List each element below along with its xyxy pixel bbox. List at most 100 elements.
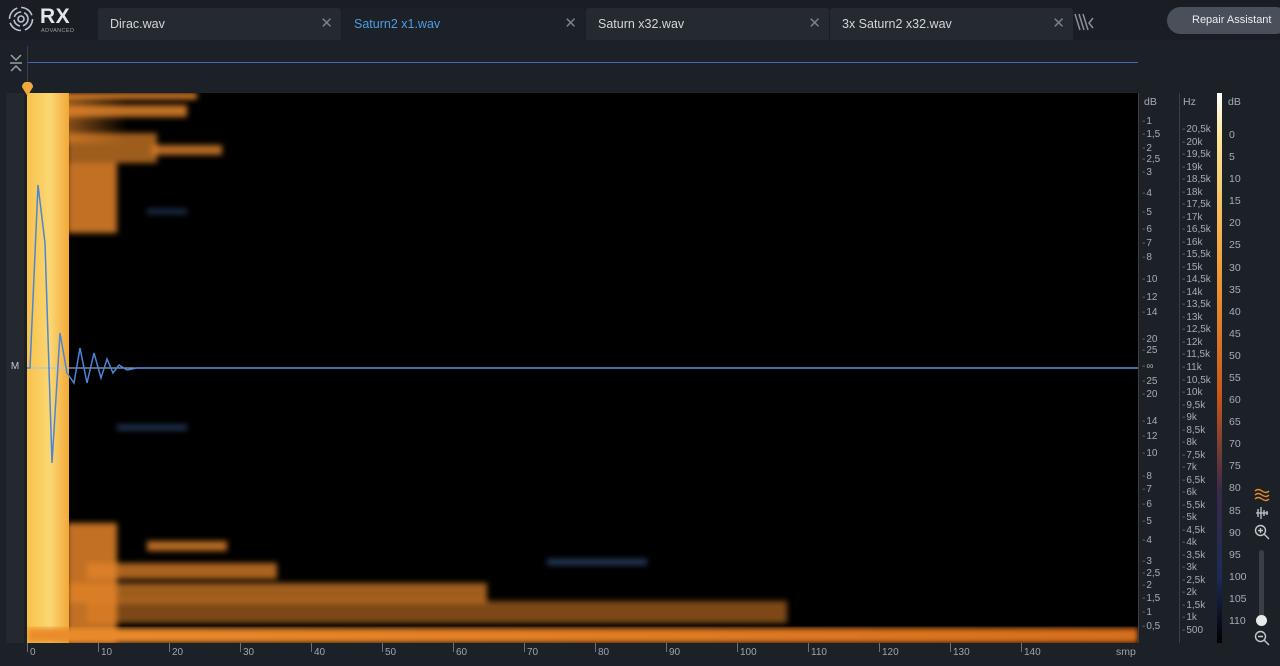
close-icon[interactable]: ✕ xyxy=(320,14,333,32)
frequency-tick-label: 9,5k xyxy=(1182,400,1205,411)
tab-overflow-icon[interactable] xyxy=(1073,12,1095,34)
frequency-tick-label: 19,5k xyxy=(1182,149,1210,160)
db-tick-label: 3 xyxy=(1142,556,1152,567)
frequency-tick-label: 12k xyxy=(1182,337,1202,348)
frequency-tick-label: 1,5k xyxy=(1182,600,1205,611)
waveform-mode-icon[interactable] xyxy=(1254,505,1270,521)
tab-dirac[interactable]: Dirac.wav ✕ xyxy=(98,8,341,40)
colorbar-tick-label: 100 xyxy=(1229,570,1247,583)
colorbar-tick-label: 80 xyxy=(1229,482,1241,495)
db-tick-label: 25 xyxy=(1142,376,1157,387)
channel-selector[interactable]: M xyxy=(6,93,24,643)
db-tick-label: 7 xyxy=(1142,238,1152,249)
channel-label-mono: M xyxy=(10,361,20,372)
playhead-marker[interactable] xyxy=(22,82,33,96)
colorbar-tick-label: 50 xyxy=(1229,349,1241,362)
colorbar-tick-label: 10 xyxy=(1229,173,1241,186)
frequency-tick-label: 20k xyxy=(1182,137,1202,148)
time-tick-mark xyxy=(27,643,28,652)
time-tick-label: 0 xyxy=(30,647,36,658)
waveform-line xyxy=(27,184,1138,464)
colorbar-tick-label: 75 xyxy=(1229,460,1241,473)
spectrogram-mode-icon[interactable] xyxy=(1254,486,1270,502)
close-icon[interactable]: ✕ xyxy=(564,14,577,32)
tab-3x-saturn2-x32[interactable]: 3x Saturn2 x32.wav ✕ xyxy=(830,8,1073,40)
frequency-tick-label: 14,5k xyxy=(1182,274,1210,285)
app-logo: RX ADVANCED xyxy=(6,4,76,36)
zoom-in-icon[interactable] xyxy=(1254,524,1270,540)
tab-bar: RX ADVANCED Dirac.wav ✕ Saturn2 x1.wav ✕… xyxy=(0,0,1280,40)
colorbar-tick-label: 85 xyxy=(1229,504,1241,517)
time-tick-mark xyxy=(1021,643,1022,652)
collapse-overview-icon[interactable] xyxy=(9,52,23,74)
colorbar-tick-label: 105 xyxy=(1229,592,1247,605)
frequency-tick-label: 3,5k xyxy=(1182,550,1205,561)
colorbar-tick-label: 110 xyxy=(1229,615,1246,627)
colorbar-tick-label: 35 xyxy=(1229,283,1241,296)
db-tick-label: 20 xyxy=(1142,334,1157,345)
tab-saturn-x32[interactable]: Saturn x32.wav ✕ xyxy=(586,8,829,40)
colorbar-tick-label: 65 xyxy=(1229,416,1241,429)
tab-label: Saturn2 x1.wav xyxy=(354,17,441,31)
frequency-tick-label: 6,5k xyxy=(1182,475,1205,486)
frequency-tick-label: 18k xyxy=(1182,187,1202,198)
frequency-tick-label: 7k xyxy=(1182,462,1197,473)
db-tick-label: 7 xyxy=(1142,484,1152,495)
colorbar-tick-label: 25 xyxy=(1229,239,1241,252)
tab-label: 3x Saturn2 x32.wav xyxy=(842,17,952,31)
tab-saturn2-x1[interactable]: Saturn2 x1.wav ✕ xyxy=(342,8,585,40)
colorbar-tick-label: 15 xyxy=(1229,195,1241,208)
db-tick-label: 6 xyxy=(1142,224,1152,235)
frequency-tick-label: 20,5k xyxy=(1182,124,1210,135)
frequency-tick-label: 2k xyxy=(1182,587,1197,598)
frequency-tick-label: 8k xyxy=(1182,437,1197,448)
colorbar-tick-label: 0 xyxy=(1229,129,1235,141)
db-tick-label: 5 xyxy=(1142,207,1152,218)
close-icon[interactable]: ✕ xyxy=(1052,14,1065,32)
low-frequency-band xyxy=(27,628,1138,643)
colorbar-tick-label: 40 xyxy=(1229,305,1241,318)
colorbar-tick-label: 70 xyxy=(1229,438,1241,451)
db-tick-label: 8 xyxy=(1142,252,1152,263)
db-tick-label: 1 xyxy=(1142,116,1152,127)
time-tick-mark xyxy=(98,643,99,652)
db-tick-label: 1 xyxy=(1142,607,1152,618)
frequency-tick-label: 10,5k xyxy=(1182,375,1210,386)
db-tick-label: 2 xyxy=(1142,580,1152,591)
db-tick-label: 1,5 xyxy=(1142,129,1160,140)
frequency-tick-label: 500 xyxy=(1182,625,1203,636)
logo-text: RX xyxy=(40,5,71,28)
spectrogram-canvas xyxy=(27,93,1138,643)
frequency-tick-label: 19k xyxy=(1182,162,1202,173)
waveform-db-unit: dB xyxy=(1144,96,1157,108)
db-tick-label: 2 xyxy=(1142,143,1152,154)
db-tick-label: 2,5 xyxy=(1142,154,1160,165)
frequency-tick-label: 10k xyxy=(1182,387,1202,398)
db-tick-label: 20 xyxy=(1142,389,1157,400)
db-tick-label: 4 xyxy=(1142,535,1152,546)
db-tick-label: 25 xyxy=(1142,345,1157,356)
spectrogram-display[interactable] xyxy=(27,93,1138,643)
frequency-tick-label: 13,5k xyxy=(1182,299,1210,310)
waveform-overview[interactable] xyxy=(0,40,1280,90)
close-icon[interactable]: ✕ xyxy=(808,14,821,32)
zoom-slider[interactable] xyxy=(1259,550,1264,620)
colorbar-tick-label: 20 xyxy=(1229,217,1241,230)
waveform-db-axis: 11,522,53456781012142025∞252014121087654… xyxy=(1138,93,1179,643)
frequency-tick-label: 3k xyxy=(1182,562,1197,573)
time-axis-unit: smp xyxy=(1116,646,1136,658)
time-tick-mark xyxy=(879,643,880,652)
zoom-slider-handle[interactable] xyxy=(1256,615,1267,626)
time-tick-label: 80 xyxy=(598,647,610,658)
db-tick-label: 12 xyxy=(1142,431,1157,442)
colorbar-tick-label: 5 xyxy=(1229,151,1235,164)
colorbar-tick-label: 60 xyxy=(1229,394,1241,407)
frequency-tick-label: 4,5k xyxy=(1182,525,1205,536)
frequency-tick-label: 4k xyxy=(1182,537,1197,548)
zoom-out-icon[interactable] xyxy=(1254,630,1270,646)
frequency-tick-label: 5,5k xyxy=(1182,500,1205,511)
time-tick-mark xyxy=(240,643,241,652)
frequency-tick-label: 1k xyxy=(1182,612,1197,623)
time-tick-mark xyxy=(666,643,667,652)
repair-assistant-button[interactable]: Repair Assistant xyxy=(1167,7,1280,34)
